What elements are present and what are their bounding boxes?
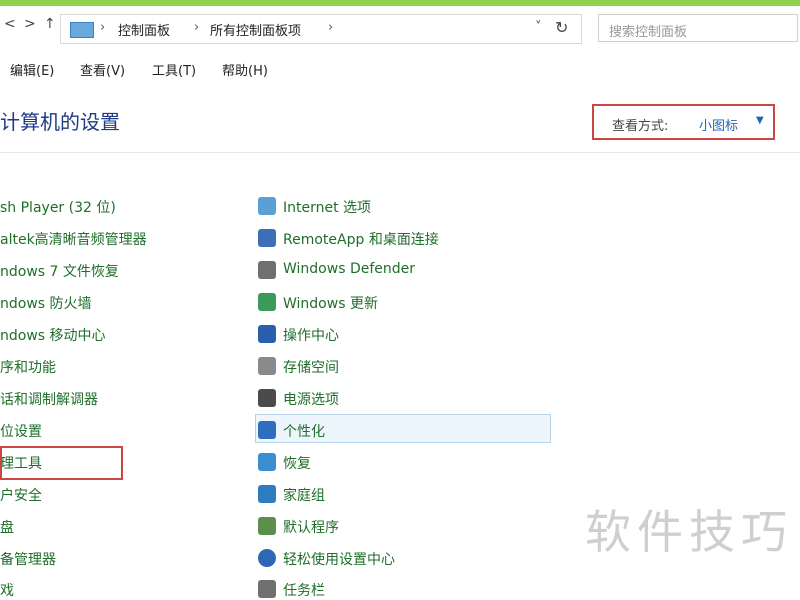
list-item[interactable]: 个性化 bbox=[283, 421, 325, 441]
list-item[interactable]: 序和功能 bbox=[0, 357, 56, 377]
menu-bar: 编辑(E) 查看(V) 工具(T) 帮助(H) bbox=[0, 54, 800, 82]
list-item[interactable]: ndows 7 文件恢复 bbox=[0, 261, 119, 281]
address-bar: < > ↑ › 控制面板 › 所有控制面板项 › ˅ ↻ 搜索控制面板 bbox=[0, 6, 800, 50]
breadcrumb-control-panel[interactable]: 控制面板 bbox=[118, 20, 170, 39]
taskbar-icon bbox=[258, 580, 276, 598]
list-item[interactable]: Windows 更新 bbox=[283, 293, 378, 313]
list-item[interactable]: 户安全 bbox=[0, 485, 42, 505]
list-item[interactable]: 恢复 bbox=[283, 453, 311, 473]
view-by-selector[interactable]: 查看方式: 小图标 ▼ bbox=[592, 104, 775, 140]
list-item[interactable]: sh Player (32 位) bbox=[0, 197, 116, 217]
list-item[interactable]: 轻松使用设置中心 bbox=[283, 549, 395, 569]
list-item[interactable]: 戏 bbox=[0, 580, 14, 600]
action-center-flag-icon bbox=[258, 325, 276, 343]
list-item[interactable]: 家庭组 bbox=[283, 485, 325, 505]
history-dropdown-icon[interactable]: ˅ bbox=[535, 20, 542, 35]
list-item[interactable]: RemoteApp 和桌面连接 bbox=[283, 229, 439, 249]
list-item[interactable]: 存储空间 bbox=[283, 357, 339, 377]
storage-spaces-icon bbox=[258, 357, 276, 375]
back-button[interactable]: < bbox=[4, 16, 16, 32]
breadcrumb-all-items[interactable]: 所有控制面板项 bbox=[210, 20, 301, 39]
view-by-label: 查看方式: bbox=[612, 119, 669, 134]
list-item[interactable]: 默认程序 bbox=[283, 517, 339, 537]
list-item[interactable]: ndows 移动中心 bbox=[0, 325, 106, 345]
list-item[interactable]: 任务栏 bbox=[283, 580, 325, 600]
power-options-icon bbox=[258, 389, 276, 407]
admin-tools-highlight-box bbox=[0, 446, 123, 480]
page-title: 计算机的设置 bbox=[0, 110, 120, 134]
menu-edit[interactable]: 编辑(E) bbox=[10, 60, 54, 79]
menu-view[interactable]: 查看(V) bbox=[80, 60, 125, 79]
watermark: 软件技巧 bbox=[585, 505, 793, 559]
list-item[interactable]: 位设置 bbox=[0, 421, 42, 441]
remote-desktop-icon bbox=[258, 229, 276, 247]
recovery-icon bbox=[258, 453, 276, 471]
list-item[interactable]: 电源选项 bbox=[283, 389, 339, 409]
forward-button[interactable]: > bbox=[24, 16, 36, 32]
default-programs-icon bbox=[258, 517, 276, 535]
list-item[interactable]: 操作中心 bbox=[283, 325, 339, 345]
breadcrumb-separator-icon[interactable]: › bbox=[100, 20, 105, 35]
view-by-value[interactable]: 小图标 bbox=[699, 115, 738, 134]
windows-update-icon bbox=[258, 293, 276, 311]
breadcrumb-dropdown-icon[interactable]: › bbox=[328, 20, 333, 35]
list-item[interactable]: Internet 选项 bbox=[283, 197, 371, 217]
list-item[interactable]: 备管理器 bbox=[0, 549, 56, 569]
personalization-icon bbox=[258, 421, 276, 439]
list-item[interactable]: 盘 bbox=[0, 517, 14, 537]
menu-tools[interactable]: 工具(T) bbox=[152, 60, 196, 79]
control-panel-folder-icon bbox=[70, 22, 94, 38]
list-item[interactable]: altek高清晰音频管理器 bbox=[0, 229, 147, 249]
search-input[interactable]: 搜索控制面板 bbox=[598, 14, 798, 42]
breadcrumb-separator-icon[interactable]: › bbox=[194, 20, 199, 35]
menu-help[interactable]: 帮助(H) bbox=[222, 60, 268, 79]
internet-options-icon bbox=[258, 197, 276, 215]
dropdown-caret-icon[interactable]: ▼ bbox=[756, 115, 764, 126]
defender-icon bbox=[258, 261, 276, 279]
up-button[interactable]: ↑ bbox=[44, 16, 56, 32]
ease-of-access-icon bbox=[258, 549, 276, 567]
refresh-button[interactable]: ↻ bbox=[555, 18, 568, 37]
list-item[interactable]: Windows Defender bbox=[283, 261, 415, 277]
list-item[interactable]: ndows 防火墙 bbox=[0, 293, 92, 313]
homegroup-icon bbox=[258, 485, 276, 503]
list-item[interactable]: 话和调制解调器 bbox=[0, 389, 98, 409]
